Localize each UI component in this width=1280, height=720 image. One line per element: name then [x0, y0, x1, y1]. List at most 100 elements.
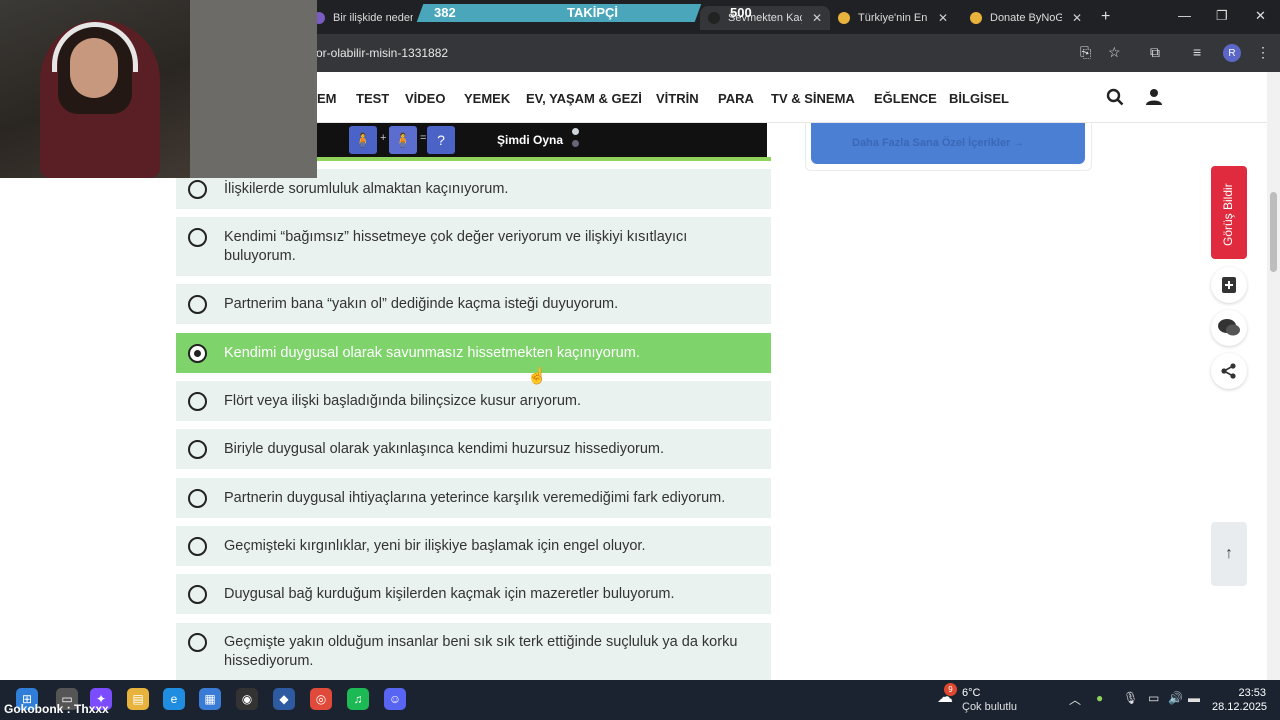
minimize-icon[interactable]: — — [1178, 8, 1191, 23]
app-icon[interactable]: ◆ — [273, 688, 295, 710]
nav-item-ev-yasam-gezi[interactable]: EV, YAŞAM & GEZİ — [526, 91, 642, 106]
nav-item-tv-sinema[interactable]: TV & SİNEMA — [771, 91, 855, 106]
quiz-option-selected[interactable]: Kendimi duygusal olarak savunmasız hisse… — [176, 333, 771, 373]
volume-icon[interactable]: 🔊 — [1168, 691, 1183, 705]
radio-icon — [188, 392, 207, 411]
tab-4[interactable]: Donate ByNoGa ✕ — [970, 6, 1088, 30]
user-account-icon[interactable] — [1146, 88, 1162, 111]
nav-item-vitrin[interactable]: VİTRİN — [656, 91, 699, 106]
hand-cursor-icon: ☝ — [527, 368, 547, 385]
url-field[interactable]: or-olabilir-misin-1331882 — [316, 46, 448, 60]
carousel-dots[interactable] — [572, 128, 580, 152]
battery-icon[interactable]: ▬ — [1188, 691, 1200, 705]
feedback-label: Görüş Bildir — [1221, 183, 1235, 246]
radio-icon — [188, 537, 207, 556]
game-equals-sign: = — [420, 132, 427, 144]
nav-item-yemek[interactable]: YEMEK — [464, 91, 510, 106]
tab-label: Bir ilişkide neden — [333, 12, 413, 24]
tab-favicon-icon — [838, 12, 850, 24]
radio-icon — [188, 440, 207, 459]
webcam-overlay — [0, 0, 317, 178]
clock-time[interactable]: 23:53 — [1216, 687, 1266, 699]
tray-app-icon[interactable]: ● — [1096, 691, 1103, 705]
game-tile-character: 🧍 — [389, 126, 417, 154]
scroll-to-top-button[interactable]: ↑ — [1211, 522, 1247, 586]
radio-icon — [188, 295, 207, 314]
radio-icon — [188, 585, 207, 604]
follower-goal: 500 — [730, 5, 752, 20]
follower-count: 382 — [434, 5, 456, 20]
tab-favicon-icon — [970, 12, 982, 24]
quiz-option[interactable]: Flört veya ilişki başladığında bilinçsiz… — [176, 381, 771, 421]
quiz-option[interactable]: Kendimi “bağımsız” hissetmeye çok değer … — [176, 217, 771, 276]
follower-label: TAKİPÇİ — [567, 5, 619, 20]
game-tile-question: ? — [427, 126, 455, 154]
option-text: Kendimi duygusal olarak savunmasız hisse… — [224, 345, 640, 361]
nav-item-bilgisel[interactable]: BİLGİSEL — [949, 91, 1009, 106]
restore-icon[interactable]: ❐ — [1216, 8, 1228, 24]
store-icon[interactable]: ▦ — [199, 688, 221, 710]
tab-label: Donate ByNoGa — [990, 12, 1062, 24]
tab-favicon-icon — [708, 12, 720, 24]
file-explorer-icon[interactable]: ▤ — [127, 688, 149, 710]
share-icon[interactable] — [1211, 353, 1247, 389]
option-text: Kendimi “bağımsız” hissetmeye çok değer … — [224, 229, 688, 264]
add-note-icon[interactable] — [1211, 267, 1247, 303]
page-scrollbar[interactable] — [1267, 72, 1280, 680]
scrollbar-thumb[interactable] — [1270, 192, 1277, 272]
option-text: Duygusal bağ kurduğum kişilerden kaçmak … — [224, 586, 675, 602]
discord-icon[interactable]: ☺ — [384, 688, 406, 710]
nav-item-em[interactable]: EM — [317, 91, 337, 106]
option-text: Partnerim bana “yakın ol” dediğinde kaçm… — [224, 296, 619, 312]
menu-kebab-icon[interactable]: ⋮ — [1256, 44, 1270, 61]
tab-close-icon[interactable]: ✕ — [1072, 11, 1082, 25]
nav-item-eglence[interactable]: EĞLENCE — [874, 91, 937, 106]
obs-icon[interactable]: ◉ — [236, 688, 258, 710]
nav-item-video[interactable]: VİDEO — [405, 91, 445, 106]
progress-stripe — [317, 157, 771, 161]
extensions-icon[interactable]: ⧉ — [1150, 44, 1160, 61]
network-icon[interactable]: ▭ — [1148, 691, 1159, 705]
play-now-button[interactable]: Şimdi Oyna — [497, 133, 563, 147]
tab-close-icon[interactable]: ✕ — [938, 11, 948, 25]
quiz-option[interactable]: Partnerim bana “yakın ol” dediğinde kaçm… — [176, 284, 771, 324]
clock-date[interactable]: 28.12.2025 — [1212, 701, 1267, 713]
quiz-option[interactable]: Geçmişte yakın olduğum insanlar beni sık… — [176, 623, 771, 680]
tab-2[interactable]: Sevmekten Kaçı ✕ — [700, 6, 830, 30]
comments-icon[interactable] — [1211, 310, 1247, 346]
follower-goal-bar — [416, 4, 702, 22]
os-taskbar — [0, 680, 1280, 720]
arrow-up-icon: ↑ — [1225, 545, 1233, 562]
tab-3[interactable]: Türkiye'nin En B ✕ — [838, 6, 956, 30]
quiz-option[interactable]: Duygusal bağ kurduğum kişilerden kaçmak … — [176, 574, 771, 614]
radio-icon — [188, 228, 207, 247]
install-app-icon[interactable]: ⎘ — [1080, 44, 1091, 61]
weather-badge: 9 — [944, 683, 957, 696]
quiz-option[interactable]: Biriyle duygusal olarak yakınlaşınca ken… — [176, 429, 771, 469]
more-content-label: Daha Fazla Sana Özel İçerikler → — [852, 137, 1025, 149]
tab-close-icon[interactable]: ✕ — [812, 11, 822, 25]
edge-browser-icon[interactable]: e — [163, 688, 185, 710]
profile-avatar[interactable]: R — [1223, 44, 1241, 62]
option-text: İlişkilerde sorumluluk almaktan kaçınıyo… — [224, 181, 509, 197]
radio-icon — [188, 489, 207, 508]
nav-item-para[interactable]: PARA — [718, 91, 754, 106]
chrome-icon[interactable]: ◎ — [310, 688, 332, 710]
tab-label: Türkiye'nin En B — [858, 12, 928, 24]
new-tab-icon[interactable]: + — [1101, 8, 1110, 26]
spotify-icon[interactable]: ♫ — [347, 688, 369, 710]
search-icon[interactable] — [1106, 88, 1124, 111]
weather-description: Çok bulutlu — [962, 701, 1018, 713]
quiz-option[interactable]: Partnerin duygusal ihtiyaçlarına yeterin… — [176, 478, 771, 518]
tab-1[interactable]: Bir ilişkide neden — [313, 6, 413, 30]
tray-chevron-icon[interactable]: ︿ — [1069, 691, 1081, 708]
quiz-option[interactable]: Geçmişteki kırgınlıklar, yeni bir ilişki… — [176, 526, 771, 566]
nav-item-test[interactable]: TEST — [356, 91, 389, 106]
feedback-button[interactable]: Görüş Bildir — [1211, 166, 1247, 259]
radio-checked-icon — [188, 344, 207, 363]
radio-icon — [188, 633, 207, 652]
bookmark-star-icon[interactable]: ☆ — [1108, 44, 1121, 61]
microphone-icon[interactable]: 🎙 — [1123, 691, 1138, 705]
close-window-icon[interactable]: ✕ — [1255, 8, 1266, 24]
media-control-icon[interactable]: ≡ — [1193, 44, 1201, 60]
